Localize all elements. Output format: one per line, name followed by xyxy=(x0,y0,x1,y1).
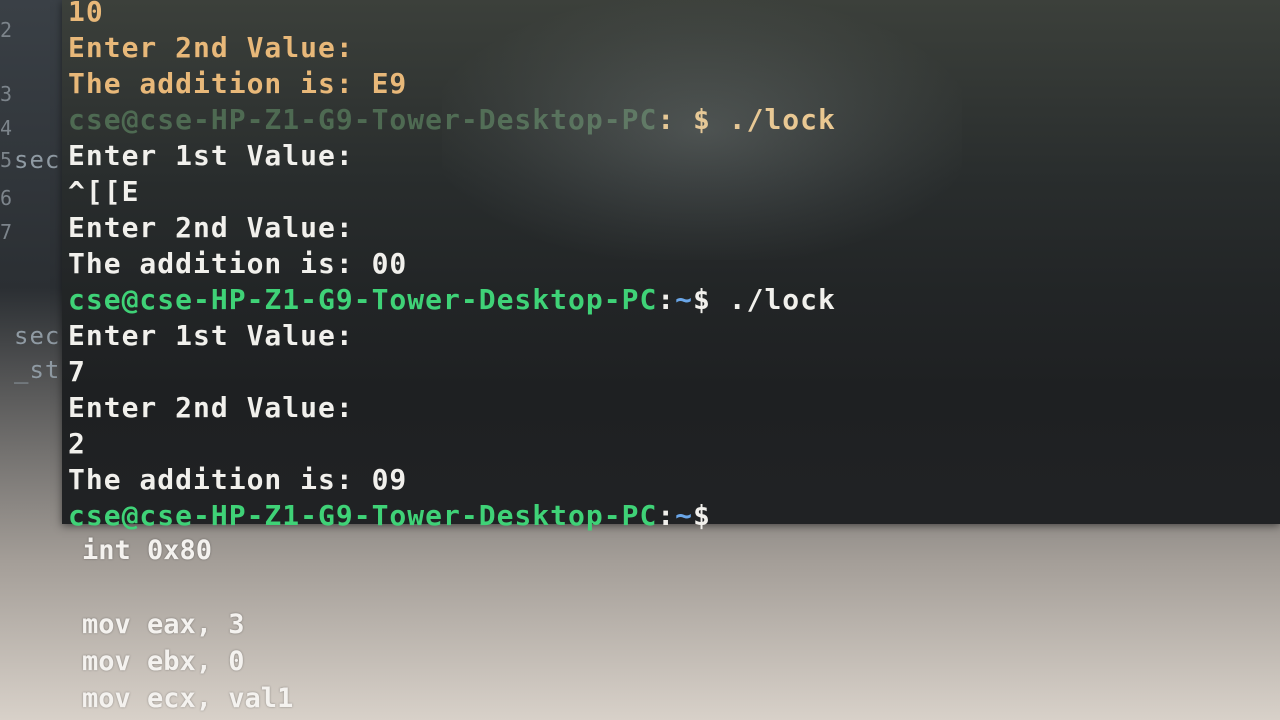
terminal-line: The addition is: 00 xyxy=(68,247,408,280)
prompt-line: cse@cse-HP-Z1-G9-Tower-Desktop-PC: $ ./l… xyxy=(68,102,836,138)
command-text: ./lock xyxy=(728,103,836,136)
terminal-line: Enter 2nd Value: xyxy=(68,391,354,424)
code-line: mov ebx, 0 xyxy=(82,646,245,677)
prompt-path: ~ xyxy=(675,283,694,316)
terminal-line: Enter 1st Value: xyxy=(68,139,354,172)
terminal-line: The addition is: 09 xyxy=(68,463,408,496)
editor-code-area[interactable]: int 0x80 mov eax, 3 mov ebx, 0 mov ecx, … xyxy=(82,532,293,717)
terminal-window[interactable]: 10 Enter 2nd Value: The addition is: E9 … xyxy=(62,0,1280,532)
command-text: ./lock xyxy=(728,283,836,316)
gutter-number: 3 xyxy=(0,82,13,106)
code-line: mov ecx, val1 xyxy=(82,683,294,714)
prompt-symbol: $ xyxy=(693,103,711,136)
prompt-symbol: $ xyxy=(693,499,711,532)
gutter-number: 4 xyxy=(0,116,13,140)
terminal-line: ^[[E xyxy=(68,175,140,208)
editor-line-gutter: 2 3 4 5 6 7 xyxy=(0,0,14,720)
code-line: mov eax, 3 xyxy=(82,609,245,640)
terminal-output: 10 Enter 2nd Value: The addition is: E9 … xyxy=(68,0,836,534)
terminal-line: Enter 1st Value: xyxy=(68,319,354,352)
terminal-line: 7 xyxy=(68,355,86,388)
gutter-number: 7 xyxy=(0,220,13,244)
gutter-number: 2 xyxy=(0,18,13,42)
prompt-colon: : xyxy=(657,499,676,532)
terminal-line: 10 xyxy=(68,0,104,28)
prompt-user: cse@cse-HP-Z1-G9-Tower-Desktop-PC xyxy=(68,103,658,136)
prompt-colon: : xyxy=(657,103,676,136)
gutter-number: 5 xyxy=(0,148,13,172)
editor-side-fragment: sec xyxy=(14,322,61,350)
screen: 2 3 4 5 6 7 sec sec _st int 0x80 mov eax… xyxy=(0,0,1280,720)
terminal-line: 2 xyxy=(68,427,86,460)
prompt-user: cse@cse-HP-Z1-G9-Tower-Desktop-PC xyxy=(68,499,658,532)
prompt-user: cse@cse-HP-Z1-G9-Tower-Desktop-PC xyxy=(68,283,658,316)
editor-side-fragment: _st xyxy=(14,356,61,384)
prompt-path: ~ xyxy=(675,499,694,532)
code-line: int 0x80 xyxy=(82,535,213,566)
editor-side-fragment: sec xyxy=(14,146,61,174)
terminal-line: Enter 2nd Value: xyxy=(68,211,354,244)
prompt-line-active[interactable]: cse@cse-HP-Z1-G9-Tower-Desktop-PC:~$ xyxy=(68,498,836,534)
terminal-line: Enter 2nd Value: xyxy=(68,31,354,64)
prompt-colon: : xyxy=(657,283,676,316)
prompt-symbol: $ xyxy=(693,283,711,316)
terminal-line: The addition is: E9 xyxy=(68,67,408,100)
prompt-line: cse@cse-HP-Z1-G9-Tower-Desktop-PC:~$ ./l… xyxy=(68,282,836,318)
gutter-number: 6 xyxy=(0,186,13,210)
